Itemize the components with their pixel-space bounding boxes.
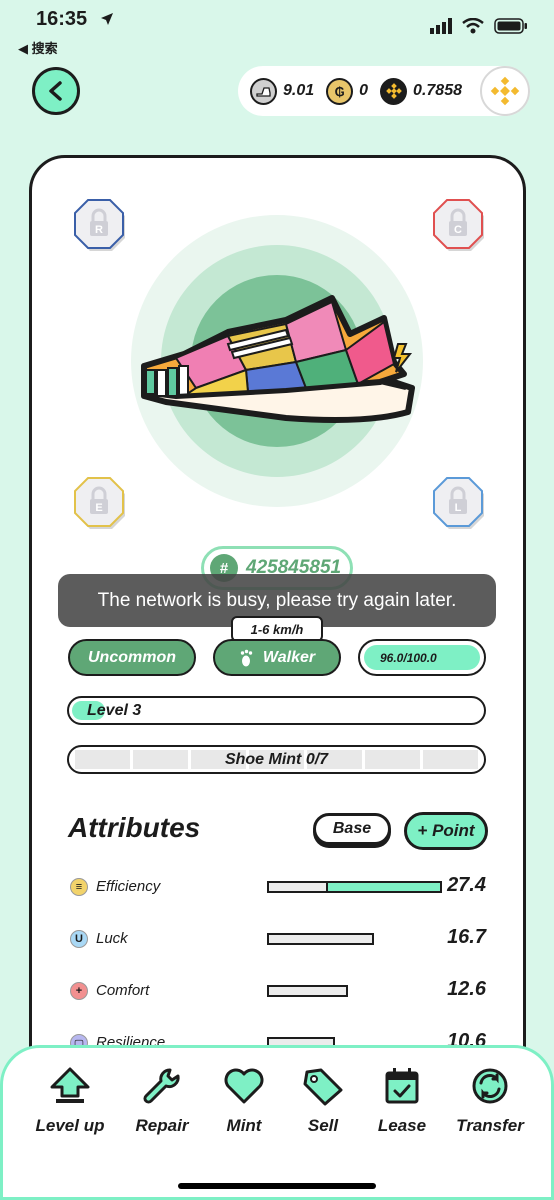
rarity-badge: Uncommon [68,639,196,676]
gmt-balance: 0 [359,82,369,99]
location-arrow-icon [101,13,113,25]
footprint-icon [240,649,253,666]
shoe-mint-label: Shoe Mint 0/7 [224,751,329,768]
heart-icon [224,1068,264,1104]
level-label: Level 3 [87,702,142,719]
attribute-row-luck: U Luck 16.7 [68,924,488,954]
bnb-logo-icon [490,76,520,106]
svg-text:L: L [455,502,462,514]
sell-button[interactable]: Sell [283,1066,363,1136]
sell-label: Sell [307,1116,339,1135]
shoe-type-badge: Walker [213,639,341,676]
wallet-balance-bar[interactable]: 9.01 ₲ 0 0.7858 [238,66,530,116]
chevron-left-icon [49,81,62,101]
transfer-icon [472,1068,508,1104]
battery-icon [494,18,527,34]
attribute-value: 27.4 [447,874,486,896]
durability-value: 96.0/100.0 [364,645,480,670]
luck-icon: U [70,930,88,948]
attribute-bar [267,985,348,997]
add-point-button[interactable]: + Point [404,812,488,850]
wifi-icon [462,18,484,34]
repair-button[interactable]: Repair [122,1066,202,1136]
transfer-button[interactable]: Transfer [450,1066,530,1136]
efficiency-icon: ≡ [70,878,88,896]
svg-text:R: R [95,224,103,236]
gst-balance: 9.01 [283,82,315,99]
svg-text:C: C [454,224,462,236]
transfer-label: Transfer [456,1116,524,1135]
mint-button[interactable]: Mint [204,1066,284,1136]
durability-bar: 96.0/100.0 [358,639,486,676]
attribute-name: Efficiency [96,878,161,895]
level-up-button[interactable]: Level up [30,1066,110,1136]
cellular-signal-icon [430,18,452,34]
base-button[interactable]: Base [313,813,391,845]
level-up-label: Level up [35,1116,105,1135]
home-indicator[interactable] [178,1183,376,1189]
attribute-row-efficiency: ≡ Efficiency 27.4 [68,872,488,902]
level-up-icon [50,1067,90,1103]
attribute-value: 16.7 [447,926,486,948]
clock: 16:35 [36,8,88,30]
wrench-icon [143,1068,180,1104]
gem-socket-e-lock-icon[interactable]: E [71,474,127,530]
price-tag-icon [303,1068,343,1106]
level-progress-bar: Level 3 [67,696,486,725]
mint-label: Mint [226,1116,262,1135]
status-bar: 16:35 ◀ 搜索 [0,0,554,60]
bnb-balance: 0.7858 [413,82,462,99]
bnb-coin-icon [380,77,408,105]
action-bar: Level up Repair Mint Sell Lease Transfer [0,1045,554,1200]
sneaker-image [141,295,415,423]
lease-button[interactable]: Lease [362,1066,442,1136]
gst-coin-icon [250,77,277,105]
bnb-chain-button[interactable] [480,66,530,116]
gem-socket-r-lock-icon[interactable]: R [71,196,127,252]
attribute-value: 12.6 [447,978,486,1000]
calendar-icon [385,1068,419,1104]
attribute-bar [267,933,374,945]
comfort-icon: + [70,982,88,1000]
gem-socket-l-lock-icon[interactable]: L [430,474,486,530]
attributes-heading: Attributes [68,812,201,843]
gmt-coin-icon: ₲ [326,77,354,105]
svg-text:E: E [95,502,102,514]
shoe-type-label: Walker [262,648,316,666]
lease-label: Lease [377,1116,427,1135]
attribute-row-comfort: + Comfort 12.6 [68,976,488,1006]
attribute-name: Luck [96,930,128,947]
back-to-app-link[interactable]: ◀ 搜索 [18,38,58,57]
shoe-mint-bar: Shoe Mint 0/7 [67,745,486,774]
gem-socket-c-lock-icon[interactable]: C [430,196,486,252]
repair-label: Repair [135,1116,189,1135]
attribute-name: Comfort [96,982,150,999]
attribute-bar [267,881,442,893]
back-button[interactable] [32,67,80,115]
